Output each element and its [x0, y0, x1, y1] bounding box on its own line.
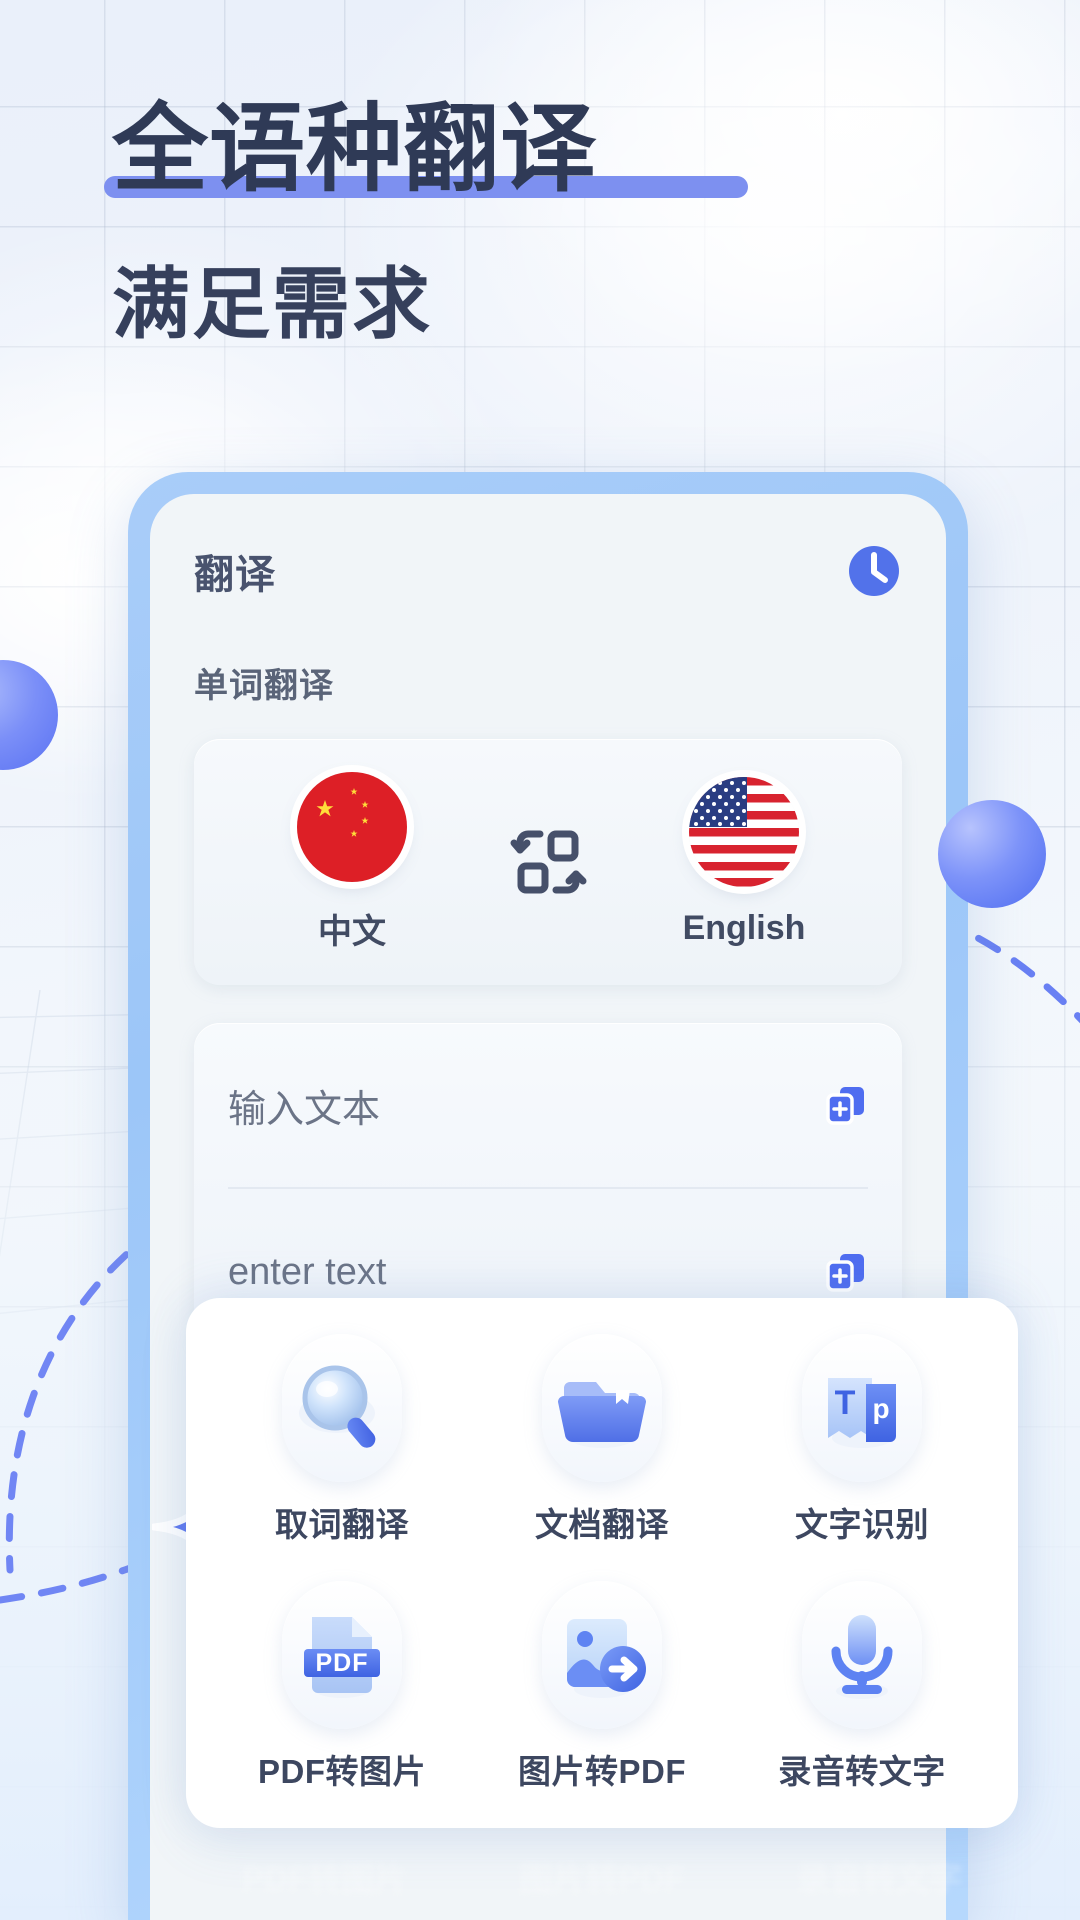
microphone-icon — [831, 1615, 893, 1699]
folder-icon — [558, 1382, 646, 1448]
reflected-label: 录音转文字 — [796, 1860, 962, 1897]
feature-label: 文档翻译 — [535, 1506, 669, 1543]
feature-label: PDF转图片 — [258, 1753, 426, 1790]
reflected-label: 图片转PDF — [519, 1860, 685, 1897]
feature-icon-wrap: PDF — [282, 1581, 402, 1729]
feature-item-text-recognition[interactable]: T p 文字识别 — [732, 1334, 992, 1581]
feature-item-document-translate[interactable]: 文档翻译 — [472, 1334, 732, 1581]
source-language-button[interactable]: 中文 — [252, 771, 452, 953]
hero-heading-block: 全语种翻译 满足需求 — [104, 96, 748, 354]
poster-canvas: 全语种翻译 满足需求 翻译 单词翻译 中文 English 输入文本 enter… — [0, 0, 1080, 1920]
copy-add-icon[interactable] — [824, 1083, 868, 1127]
history-button[interactable] — [846, 543, 902, 599]
text-recognition-icon: T p — [828, 1378, 896, 1448]
app-title: 翻译 — [194, 553, 276, 597]
feature-item-audio-to-text[interactable]: 录音转文字 — [732, 1581, 992, 1828]
feature-item-word-translate[interactable]: 取词翻译 — [212, 1334, 472, 1581]
pdf-file-icon: PDF — [304, 1617, 380, 1698]
image-convert-icon — [567, 1619, 646, 1698]
china-flag-icon — [297, 771, 407, 882]
source-text-row[interactable]: 输入文本 — [228, 1023, 868, 1189]
magnifier-icon — [299, 1365, 376, 1448]
clock-icon — [849, 546, 899, 596]
feature-icon-wrap — [542, 1581, 662, 1729]
svg-text:p: p — [872, 1393, 889, 1424]
svg-text:T: T — [835, 1384, 856, 1422]
reflected-label: PDF转图片 — [242, 1860, 408, 1897]
page-subtitle: 满足需求 — [112, 259, 433, 348]
target-text-input[interactable]: enter text — [228, 1251, 386, 1294]
feature-icon-wrap — [282, 1334, 402, 1482]
feature-label: 图片转PDF — [518, 1753, 686, 1790]
swap-languages-button[interactable] — [506, 820, 590, 904]
feature-label: 录音转文字 — [778, 1753, 946, 1790]
source-text-input[interactable]: 输入文本 — [228, 1078, 380, 1133]
page-title-text: 全语种翻译 — [112, 96, 597, 203]
usa-flag-icon — [689, 776, 799, 887]
copy-add-icon[interactable] — [824, 1250, 868, 1294]
target-language-button[interactable]: English — [644, 776, 844, 948]
feature-icon-wrap — [802, 1581, 922, 1729]
swap-languages-icon — [510, 830, 587, 894]
language-selector: 中文 English — [194, 739, 902, 985]
feature-grid-panel: 取词翻译 文档翻译 T p 文字识别 PDF PDF转图片 图片转PDF 录音转… — [186, 1298, 1018, 1828]
target-language-label: English — [682, 908, 806, 947]
app-header: 翻译 — [150, 494, 946, 600]
svg-text:PDF: PDF — [316, 1649, 369, 1677]
reflected-labels: PDF转图片 图片转PDF 录音转文字 — [186, 1852, 1018, 1916]
feature-label: 取词翻译 — [275, 1506, 409, 1543]
page-title: 全语种翻译 — [104, 96, 748, 204]
decorative-sphere-right — [938, 800, 1046, 908]
feature-label: 文字识别 — [795, 1506, 929, 1543]
feature-item-image-to-pdf[interactable]: 图片转PDF — [472, 1581, 732, 1828]
feature-icon-wrap — [542, 1334, 662, 1482]
feature-item-pdf-to-image[interactable]: PDF PDF转图片 — [212, 1581, 472, 1828]
source-language-label: 中文 — [318, 912, 386, 951]
feature-icon-wrap: T p — [802, 1334, 922, 1482]
section-label-word-translate: 单词翻译 — [194, 667, 334, 705]
